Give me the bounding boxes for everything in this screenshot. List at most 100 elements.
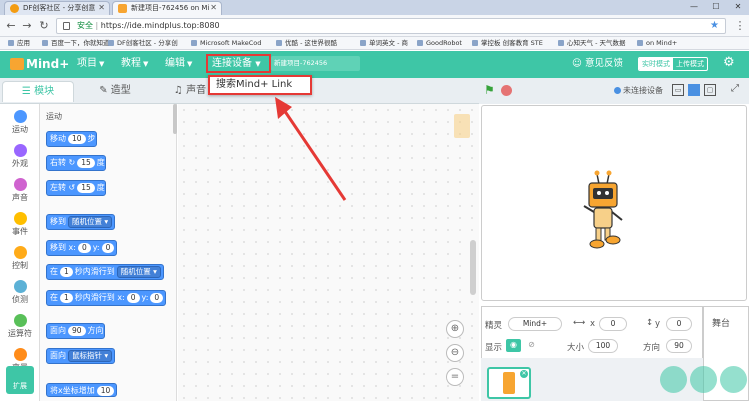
block-dropdown[interactable]: 鼠标指针 ▾ (68, 350, 113, 362)
dropdown-item-search-link[interactable]: 搜索Mind+ Link (216, 79, 292, 90)
block-goto-xy[interactable]: 移到 x: 0 y: 0 (46, 240, 118, 256)
menu-tutorial[interactable]: 教程 ▼ (121, 57, 148, 71)
category-control[interactable]: 控制 (0, 246, 40, 271)
x-input[interactable]: 0 (599, 317, 627, 331)
block-input[interactable]: 90 (68, 326, 86, 336)
block-input[interactable]: 15 (77, 158, 95, 168)
size-input[interactable]: 100 (588, 339, 618, 353)
secure-label: 安全 (77, 21, 93, 30)
bookmark-item[interactable]: 百度一下，你就知道 (42, 37, 110, 49)
browser-menu-icon[interactable]: ⋮ (733, 19, 747, 33)
block-input[interactable]: 0 (77, 243, 91, 253)
tab-blocks[interactable]: ☰ 模块 (2, 81, 74, 102)
category-sensing[interactable]: 侦测 (0, 280, 40, 305)
sprite-thumb-image (503, 372, 515, 394)
normal-stage-icon[interactable] (688, 84, 700, 96)
block-input[interactable]: 15 (77, 183, 95, 193)
bookmark-item[interactable]: GoodRobot (417, 37, 462, 49)
tab-costumes[interactable]: ✎ 造型 (80, 81, 150, 102)
block-glide[interactable]: 在 1 秒内滑行到 随机位置 ▾ (46, 264, 164, 280)
zoom-reset-icon[interactable]: = (446, 368, 464, 386)
block-input[interactable]: 10 (96, 386, 115, 396)
connect-device-button[interactable]: 连接设备 ▼ (206, 54, 271, 73)
block-point-direction[interactable]: 面向 90 方向 (46, 323, 105, 339)
block-turn-right[interactable]: 右转 ↻ 15 度 (46, 155, 106, 171)
fullscreen-icon[interactable]: ⤢ (729, 84, 741, 96)
realtime-mode-button[interactable]: 实时模式 (639, 58, 673, 70)
menu-project[interactable]: 项目 ▼ (77, 57, 104, 71)
bookmark-item[interactable]: 应用 (8, 37, 30, 49)
sprite-name-input[interactable]: Mind+ (508, 317, 562, 331)
category-dot (13, 348, 27, 361)
category-dot (13, 178, 27, 191)
block-input[interactable]: 1 (60, 293, 73, 303)
sprite-thumbnail[interactable]: ✕ (487, 367, 531, 399)
mindplus-robot-sprite[interactable] (580, 170, 626, 250)
block-change-x[interactable]: 将x坐标增加 10 (46, 383, 118, 397)
large-stage-icon[interactable]: ▢ (704, 84, 716, 96)
browser-tab-dfrobot[interactable]: DF创客社区 - 分享创意 ✕ (4, 1, 110, 15)
back-arrow-icon[interactable]: ← (4, 19, 18, 33)
close-window-icon[interactable]: ✕ (727, 0, 749, 14)
block-text: 度 (96, 158, 105, 167)
chevron-down-icon: ▼ (187, 60, 193, 68)
workspace-scrollbar[interactable] (470, 240, 476, 295)
category-sound[interactable]: 声音 (0, 178, 40, 203)
bookmark-item[interactable]: 单词英文 - 商 (360, 37, 408, 49)
palette-scrollbar[interactable] (173, 104, 177, 134)
category-label: 运动 (12, 125, 28, 134)
block-input[interactable]: 0 (101, 243, 115, 253)
forward-arrow-icon[interactable]: → (20, 19, 34, 33)
bookmark-item[interactable]: 心知天气 - 天气数据 (558, 37, 625, 49)
bookmark-item[interactable]: Microsoft MakeCod (191, 37, 261, 49)
url-input[interactable]: 安全 | https://ide.mindplus.top:8080 ★ (56, 18, 726, 34)
delete-sprite-icon[interactable]: ✕ (520, 370, 528, 378)
bookmark-star-icon[interactable]: ★ (710, 19, 719, 33)
menu-edit[interactable]: 编辑 ▼ (165, 57, 192, 71)
small-stage-icon[interactable]: ▭ (672, 84, 684, 96)
block-input[interactable]: 0 (150, 293, 164, 303)
y-input[interactable]: 0 (666, 317, 692, 331)
close-tab-icon[interactable]: ✕ (98, 2, 105, 14)
bookmark-item[interactable]: on Mind+ (637, 37, 677, 49)
project-name-input[interactable]: 新建项目-762456 (271, 56, 360, 71)
connect-dropdown-menu: 搜索Mind+ Link (208, 75, 312, 95)
gear-icon[interactable]: ⚙ (723, 56, 737, 70)
category-looks[interactable]: 外观 (0, 144, 40, 169)
category-motion[interactable]: 运动 (0, 110, 40, 135)
x-label: x (590, 319, 596, 329)
feedback-button[interactable]: ☺ 意见反馈 (572, 57, 623, 71)
bookmark-item[interactable]: 掌控板 创客教育 STE (472, 37, 543, 49)
bookmark-item[interactable]: DF创客社区 - 分享创 (108, 37, 178, 49)
hide-eye-icon[interactable]: ⊘ (524, 339, 539, 352)
stop-icon[interactable] (501, 85, 512, 96)
show-eye-icon[interactable]: ◉ (506, 339, 521, 352)
direction-input[interactable]: 90 (666, 339, 692, 353)
bookmark-item[interactable]: 优酷 - 这世界很酷 (276, 37, 337, 49)
browser-tab-mindplus[interactable]: 新建项目-762456 on Mi ✕ (112, 1, 222, 15)
block-dropdown[interactable]: 随机位置 ▾ (116, 266, 161, 278)
block-glide-xy[interactable]: 在 1 秒内滑行到 x: 0 y: 0 (46, 290, 167, 306)
category-events[interactable]: 事件 (0, 212, 40, 237)
zoom-out-icon[interactable]: ⊖ (446, 344, 464, 362)
reload-icon[interactable]: ↻ (37, 19, 51, 33)
block-dropdown[interactable]: 随机位置 ▾ (68, 216, 113, 228)
maximize-icon[interactable]: ☐ (705, 0, 727, 14)
zoom-in-icon[interactable]: ⊕ (446, 320, 464, 338)
block-input[interactable]: 10 (68, 134, 86, 144)
close-tab-icon[interactable]: ✕ (210, 2, 217, 14)
green-flag-icon[interactable]: ⚑ (484, 84, 496, 97)
upload-mode-button[interactable]: 上传模式 (673, 58, 707, 70)
block-goto[interactable]: 移到 随机位置 ▾ (46, 214, 116, 230)
block-input[interactable]: 0 (126, 293, 140, 303)
block-point-towards[interactable]: 面向 鼠标指针 ▾ (46, 348, 116, 364)
category-dot (13, 110, 27, 123)
block-input[interactable]: 1 (60, 267, 73, 277)
size-label: 大小 (567, 343, 585, 353)
category-operators[interactable]: 运算符 (0, 314, 40, 339)
extension-button[interactable]: 扩展 (6, 366, 34, 394)
minimize-icon[interactable]: — (683, 0, 705, 14)
block-move-steps[interactable]: 移动 10 步 (46, 131, 97, 147)
block-turn-left[interactable]: 左转 ↺ 15 度 (46, 180, 106, 196)
window-controls: — ☐ ✕ (683, 0, 749, 14)
